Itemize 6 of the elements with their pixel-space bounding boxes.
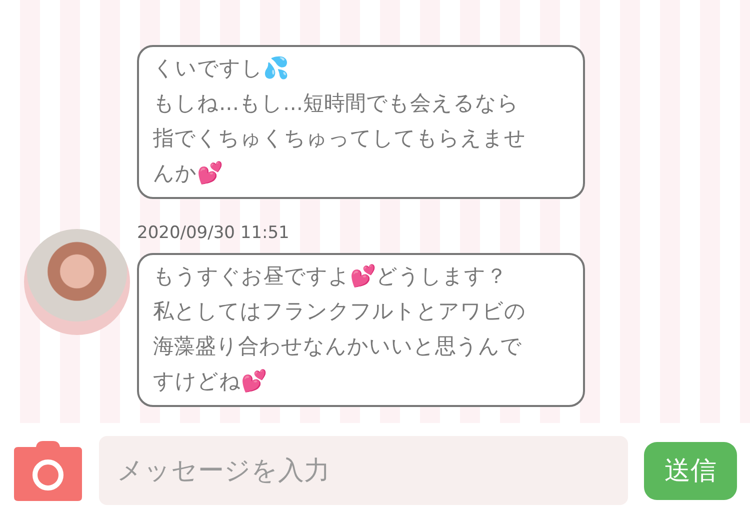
message-bubble: くいですし💦 もしね...もし...短時間でも会えるなら 指でくちゅくちゅってしてもらえませ んか💕: [137, 45, 585, 199]
send-button[interactable]: 送信: [644, 442, 737, 500]
camera-icon[interactable]: [14, 440, 82, 500]
message-bubble: もうすぐお昼ですよ💕どうします？ 私としてはフランクフルトとアワビの 海藻盛り合わせなんかいいと思うんで すけどね💕: [137, 253, 585, 407]
message-input-field[interactable]: メッセージを入力: [99, 436, 628, 505]
message-timestamp: 2020/09/30 11:51: [137, 223, 290, 245]
